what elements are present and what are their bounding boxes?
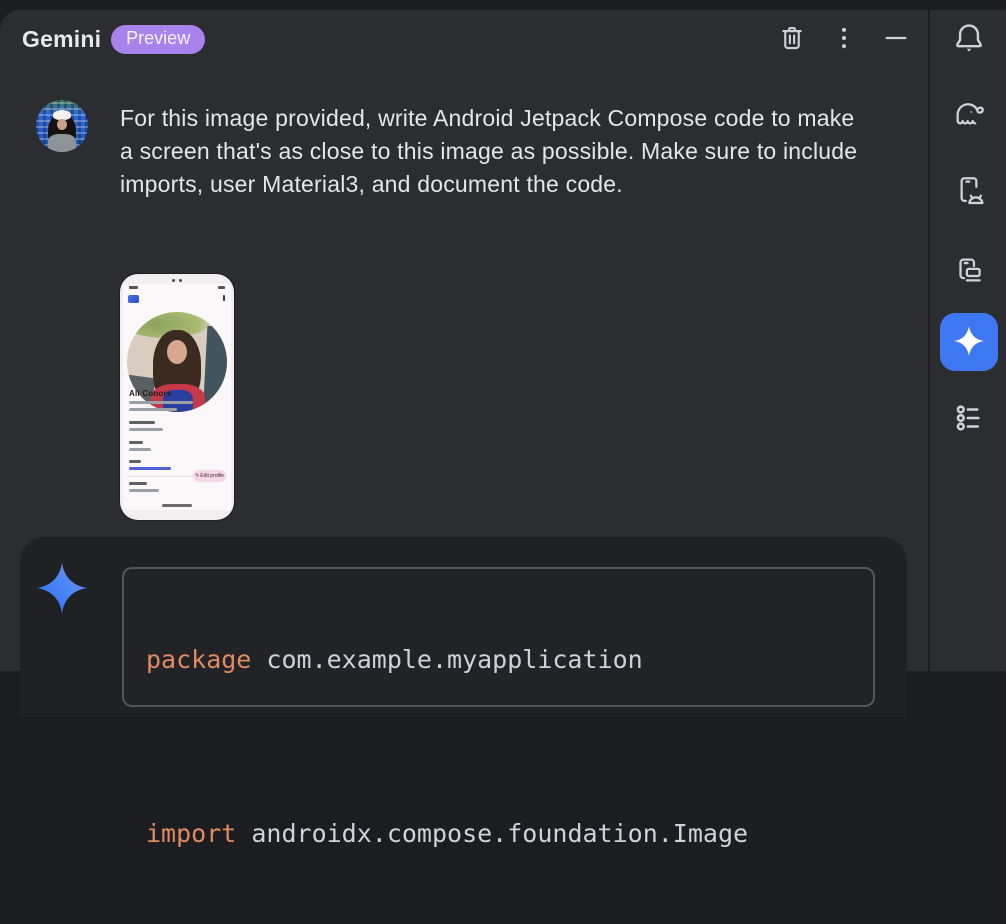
thumbnail-appbar-kebab-icon — [223, 295, 225, 301]
phone-android-icon — [952, 174, 986, 211]
thumbnail-profile-name: Ali Conors — [129, 389, 171, 398]
thumbnail-appbar-icon — [128, 295, 139, 303]
thumbnail-text-placeholder — [129, 441, 143, 444]
thumbnail-text-placeholder — [129, 489, 159, 492]
more-options-button[interactable] — [828, 23, 860, 55]
minimize-icon — [881, 23, 911, 56]
thumbnail-text-placeholder — [129, 428, 163, 431]
thumbnail-link-placeholder — [129, 467, 171, 470]
gemini-tool-button[interactable] — [940, 313, 998, 371]
code-block[interactable]: package com.example.myapplication import… — [122, 567, 875, 707]
clear-chat-button[interactable] — [776, 23, 808, 55]
trash-icon — [777, 23, 807, 56]
thumbnail-edit-profile-button: ✎ Edit profile — [193, 470, 226, 482]
pencil-icon: ✎ — [195, 473, 199, 479]
device-layers-icon — [952, 254, 986, 291]
thumbnail-text-placeholder — [129, 421, 155, 424]
thumbnail-text-placeholder — [129, 460, 141, 463]
gemini-response-bubble: package com.example.myapplication import… — [20, 537, 907, 717]
thumbnail-text-placeholder — [129, 448, 151, 451]
gemini-sparkle-icon — [35, 561, 89, 615]
structure-button[interactable] — [952, 402, 986, 436]
tool-window-bar — [928, 10, 1006, 671]
code-line: import androidx.compose.foundation.Image — [146, 819, 851, 848]
chat-pane: Gemini Preview — [0, 10, 928, 671]
thumbnail-text-placeholder — [129, 408, 177, 411]
minimize-button[interactable] — [880, 23, 912, 55]
panel-header: Gemini Preview — [0, 10, 928, 68]
notifications-button[interactable] — [952, 22, 986, 56]
gemini-tool-window: Gemini Preview — [0, 10, 1006, 671]
attached-image-thumbnail[interactable]: Ali Conors ✎ Edit profile — [120, 274, 234, 520]
user-avatar — [36, 100, 88, 152]
thumbnail-text-placeholder — [129, 482, 147, 485]
running-devices-button[interactable] — [952, 175, 986, 209]
code-content: package com.example.myapplication import… — [124, 569, 873, 924]
preview-badge: Preview — [111, 25, 205, 54]
gemini-star-icon — [953, 325, 985, 360]
thumbnail-home-indicator — [162, 504, 192, 507]
kebab-menu-icon — [829, 23, 859, 56]
thumbnail-phone-screen: Ali Conors ✎ Edit profile — [123, 284, 231, 510]
bulleted-list-icon — [952, 401, 986, 438]
device-mirroring-button[interactable] — [952, 255, 986, 289]
thumbnail-status-battery — [218, 286, 225, 289]
edit-profile-label: Edit profile — [200, 473, 224, 479]
code-line: package com.example.myapplication — [146, 645, 851, 674]
panel-title: Gemini — [22, 26, 101, 53]
gradle-button[interactable] — [952, 98, 986, 132]
header-actions — [776, 10, 912, 68]
bell-icon — [952, 21, 986, 58]
user-message-text: For this image provided, write Android J… — [120, 102, 872, 201]
thumbnail-status-time — [129, 286, 138, 289]
thumbnail-text-placeholder — [129, 401, 193, 404]
gradle-elephant-icon — [952, 97, 986, 134]
